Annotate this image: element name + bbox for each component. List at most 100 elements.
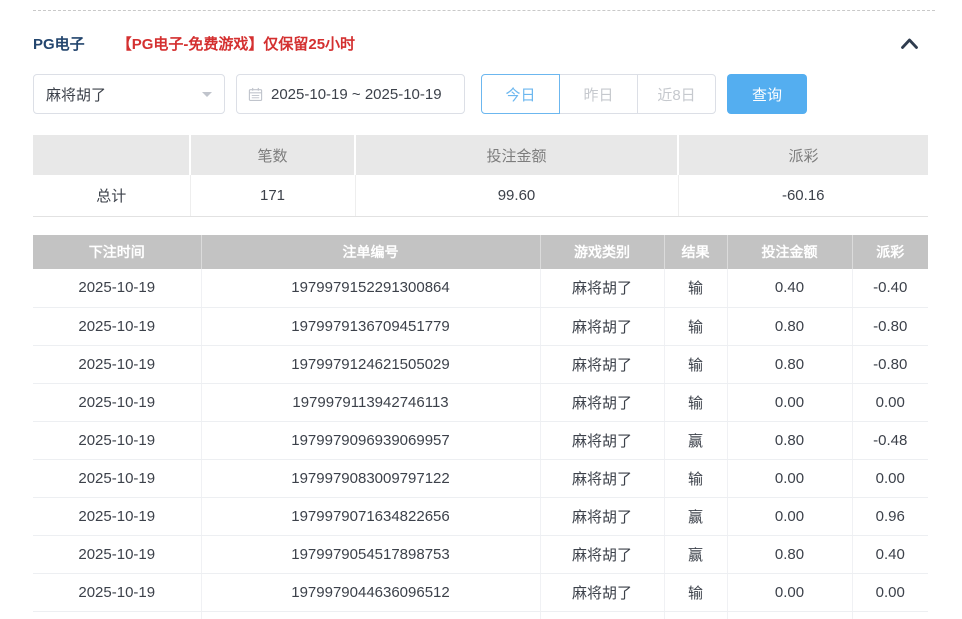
divider-dashed (33, 10, 935, 11)
cell-bet-amount: 0.00 (727, 459, 852, 497)
cell-payout (852, 611, 928, 619)
cell-bet-amount: 0.00 (727, 383, 852, 421)
cell-result: 输 (664, 573, 727, 611)
cell-result: 输 (664, 345, 727, 383)
cell-game-type: 麻将胡了 (540, 459, 664, 497)
cell-order-no: 1979979096939069957 (201, 421, 540, 459)
cell-game-type: 麻将胡了 (540, 611, 664, 619)
cell-bet-time: 2025-10-19 (33, 307, 201, 345)
filter-bar: 麻将胡了 2025-10-19 ~ 2025-10-19 今日 昨日 近8日 查… (33, 74, 928, 114)
cell-order-no: 1979979124621505029 (201, 345, 540, 383)
summary-header-count: 笔数 (190, 135, 355, 175)
retention-notice: 【PG电子-免费游戏】仅保留25小时 (117, 33, 355, 54)
cell-payout: -0.48 (852, 421, 928, 459)
cell-bet-amount: 0.40 (727, 269, 852, 307)
cell-order-no: 1979979054517898753 (201, 535, 540, 573)
summary-table: 笔数 投注金额 派彩 总计 171 99.60 -60.16 (33, 135, 928, 217)
detail-header-game-type: 游戏类别 (540, 235, 664, 269)
cell-bet-amount: 0.00 (727, 573, 852, 611)
search-button[interactable]: 查询 (727, 74, 807, 114)
quick-range-button-group: 今日 昨日 近8日 (481, 74, 716, 114)
summary-payout-value: -60.16 (678, 175, 928, 217)
cell-result: 输 (664, 383, 727, 421)
summary-header-blank (33, 135, 190, 175)
summary-header-payout: 派彩 (678, 135, 928, 175)
summary-header-bet-amount: 投注金额 (355, 135, 678, 175)
quick-button-yesterday[interactable]: 昨日 (559, 74, 638, 114)
cell-bet-time: 2025-10-19 (33, 345, 201, 383)
table-row: 2025-10-19 1979979113942746113 麻将胡了 输 0.… (33, 383, 928, 421)
cell-order-no: 1979979071634822656 (201, 497, 540, 535)
calendar-icon (248, 87, 263, 102)
cell-payout: -0.80 (852, 307, 928, 345)
cell-bet-amount (727, 611, 852, 619)
detail-header-row: 下注时间 注单编号 游戏类别 结果 投注金额 派彩 (33, 235, 928, 269)
cell-game-type: 麻将胡了 (540, 269, 664, 307)
cell-bet-time (33, 611, 201, 619)
detail-header-order-no: 注单编号 (201, 235, 540, 269)
cell-bet-time: 2025-10-19 (33, 421, 201, 459)
cell-bet-time: 2025-10-19 (33, 269, 201, 307)
cell-result: 赢 (664, 611, 727, 619)
cell-result: 输 (664, 307, 727, 345)
cell-bet-amount: 0.00 (727, 497, 852, 535)
pg-report-panel: PG电子 【PG电子-免费游戏】仅保留25小时 麻将胡了 2025-10-19 … (0, 10, 928, 619)
table-row: 2025-10-19 1979979136709451779 麻将胡了 输 0.… (33, 307, 928, 345)
section-header: PG电子 【PG电子-免费游戏】仅保留25小时 (33, 33, 928, 54)
cell-payout: 0.00 (852, 383, 928, 421)
table-row: 2025-10-19 1979979124621505029 麻将胡了 输 0.… (33, 345, 928, 383)
cell-order-no: 1979979113942746113 (201, 383, 540, 421)
cell-bet-time: 2025-10-19 (33, 497, 201, 535)
cell-order-no: 1979979083009797122 (201, 459, 540, 497)
game-select-value: 麻将胡了 (46, 84, 106, 105)
table-row: 2025-10-19 1979979071634822656 麻将胡了 赢 0.… (33, 497, 928, 535)
cell-bet-amount: 0.80 (727, 307, 852, 345)
cell-order-no: 1979979044636096512 (201, 573, 540, 611)
cell-game-type: 麻将胡了 (540, 573, 664, 611)
cell-bet-time: 2025-10-19 (33, 535, 201, 573)
cell-payout: -0.40 (852, 269, 928, 307)
cell-game-type: 麻将胡了 (540, 345, 664, 383)
quick-button-today[interactable]: 今日 (481, 74, 560, 114)
cell-bet-amount: 0.80 (727, 345, 852, 383)
cell-bet-amount: 0.80 (727, 421, 852, 459)
cell-payout: 0.96 (852, 497, 928, 535)
date-range-input[interactable]: 2025-10-19 ~ 2025-10-19 (236, 74, 465, 114)
cell-bet-time: 2025-10-19 (33, 459, 201, 497)
table-row: 2025-10-19 1979979152291300864 麻将胡了 输 0.… (33, 269, 928, 307)
collapse-chevron-up-icon[interactable] (899, 36, 920, 51)
detail-header-bet-amount: 投注金额 (727, 235, 852, 269)
cell-payout: 0.00 (852, 573, 928, 611)
cell-game-type: 麻将胡了 (540, 497, 664, 535)
cell-order-no: 1979979152291300864 (201, 269, 540, 307)
cell-result: 输 (664, 459, 727, 497)
detail-header-bet-time: 下注时间 (33, 235, 201, 269)
summary-total-row: 总计 171 99.60 -60.16 (33, 175, 928, 217)
cell-result: 赢 (664, 421, 727, 459)
detail-header-result: 结果 (664, 235, 727, 269)
cell-result: 赢 (664, 497, 727, 535)
summary-count-value: 171 (190, 175, 355, 217)
table-row: 麻将胡了 赢 (33, 611, 928, 619)
date-range-value: 2025-10-19 ~ 2025-10-19 (271, 86, 442, 103)
cell-game-type: 麻将胡了 (540, 383, 664, 421)
summary-total-label: 总计 (33, 175, 190, 217)
cell-payout: 0.00 (852, 459, 928, 497)
detail-header-payout: 派彩 (852, 235, 928, 269)
cell-result: 赢 (664, 535, 727, 573)
table-row: 2025-10-19 1979979083009797122 麻将胡了 输 0.… (33, 459, 928, 497)
summary-header-row: 笔数 投注金额 派彩 (33, 135, 928, 175)
cell-game-type: 麻将胡了 (540, 421, 664, 459)
cell-payout: 0.40 (852, 535, 928, 573)
cell-payout: -0.80 (852, 345, 928, 383)
cell-bet-amount: 0.80 (727, 535, 852, 573)
cell-bet-time: 2025-10-19 (33, 573, 201, 611)
cell-game-type: 麻将胡了 (540, 307, 664, 345)
quick-button-last8days[interactable]: 近8日 (637, 74, 716, 114)
cell-order-no (201, 611, 540, 619)
summary-bet-amount-value: 99.60 (355, 175, 678, 217)
provider-title: PG电子 (33, 33, 85, 54)
table-row: 2025-10-19 1979979096939069957 麻将胡了 赢 0.… (33, 421, 928, 459)
table-row: 2025-10-19 1979979054517898753 麻将胡了 赢 0.… (33, 535, 928, 573)
game-select[interactable]: 麻将胡了 (33, 74, 225, 114)
